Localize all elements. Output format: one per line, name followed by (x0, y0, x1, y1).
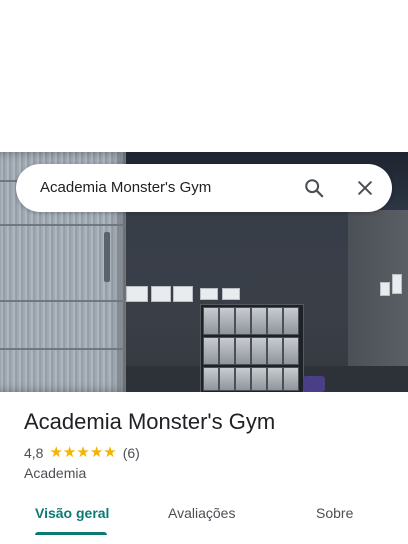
photo-poster (200, 288, 218, 300)
tab-reviews[interactable]: Avaliações (168, 504, 235, 522)
search-icon[interactable] (300, 174, 328, 202)
active-tab-indicator (35, 532, 107, 535)
star-icon: ★ (103, 444, 117, 461)
star-icon: ★ (49, 444, 63, 461)
place-title: Academia Monster's Gym (24, 409, 276, 434)
photo-poster (222, 288, 240, 300)
photo-right-wall (348, 210, 408, 392)
place-sheet: Academia Monster's Gym Academia Monster'… (0, 0, 408, 544)
tab-bar: Visão geral Avaliações Sobre (0, 494, 408, 544)
search-bar[interactable]: Academia Monster's Gym (16, 164, 392, 212)
photo-poster (126, 286, 148, 302)
tab-about[interactable]: Sobre (316, 504, 353, 522)
star-icon: ★ (62, 444, 77, 461)
review-count[interactable]: (6) (123, 444, 140, 462)
photo-poster (151, 286, 171, 302)
search-input[interactable]: Academia Monster's Gym (40, 178, 211, 198)
photo-poster (173, 286, 193, 302)
photo-equipment-rack (200, 304, 304, 392)
star-icon: ★ (76, 444, 90, 461)
close-icon[interactable] (351, 174, 379, 202)
photo-poster (392, 274, 402, 294)
rating-row[interactable]: 4,8 ★ ★ ★ ★ ★ (6) (24, 444, 140, 462)
place-category[interactable]: Academia (24, 464, 86, 482)
photo-machine (303, 376, 325, 392)
tab-overview[interactable]: Visão geral (35, 504, 109, 522)
rating-value: 4,8 (24, 445, 44, 461)
star-icon: ★ (89, 444, 104, 461)
rating-stars: ★ ★ ★ ★ ★ (49, 444, 116, 462)
photo-poster (380, 282, 390, 296)
